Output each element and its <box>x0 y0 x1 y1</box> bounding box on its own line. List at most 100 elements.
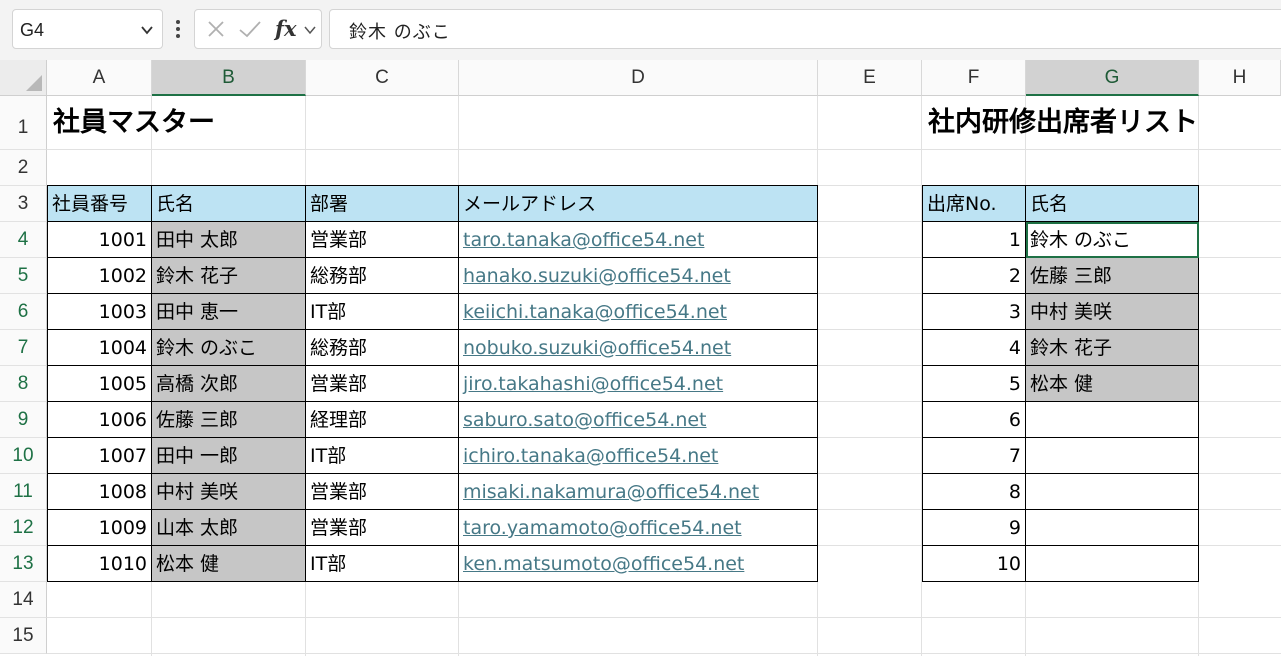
attendance-no-cell[interactable]: 5 <box>922 366 1026 402</box>
column-header-b[interactable]: B <box>152 60 306 96</box>
email-link[interactable]: nobuko.suzuki@office54.net <box>463 337 731 359</box>
master-id-cell[interactable]: 1010 <box>47 546 152 582</box>
row-header-11[interactable]: 11 <box>0 474 47 510</box>
row-header-8[interactable]: 8 <box>0 366 47 402</box>
master-name-cell[interactable]: 田中 恵一 <box>152 294 306 330</box>
column-header-e[interactable]: E <box>818 60 922 96</box>
master-id-cell[interactable]: 1001 <box>47 222 152 258</box>
row-header-4[interactable]: 4 <box>0 222 47 258</box>
attendance-name-cell[interactable]: 松本 健 <box>1026 366 1199 402</box>
master-dept-cell[interactable]: 営業部 <box>306 366 459 402</box>
row-header-14[interactable]: 14 <box>0 582 47 618</box>
column-header-h[interactable]: H <box>1199 60 1281 96</box>
attendance-no-cell[interactable]: 10 <box>922 546 1026 582</box>
select-all-button[interactable] <box>0 60 47 96</box>
master-name-cell[interactable]: 松本 健 <box>152 546 306 582</box>
master-dept-cell[interactable]: 総務部 <box>306 258 459 294</box>
column-header-g[interactable]: G <box>1026 60 1199 96</box>
email-link[interactable]: taro.yamamoto@office54.net <box>463 517 742 539</box>
master-email-cell[interactable]: nobuko.suzuki@office54.net <box>459 330 818 366</box>
formula-input[interactable]: 鈴木 のぶこ <box>329 9 1281 49</box>
master-dept-cell[interactable]: 営業部 <box>306 222 459 258</box>
email-link[interactable]: ken.matsumoto@office54.net <box>463 553 744 575</box>
master-dept-cell[interactable]: 営業部 <box>306 510 459 546</box>
row-header-12[interactable]: 12 <box>0 510 47 546</box>
more-options-icon[interactable] <box>174 18 182 40</box>
attendance-header-name[interactable]: 氏名 <box>1026 185 1199 222</box>
attendance-no-cell[interactable]: 2 <box>922 258 1026 294</box>
attendance-no-cell[interactable]: 6 <box>922 402 1026 438</box>
master-email-cell[interactable]: saburo.sato@office54.net <box>459 402 818 438</box>
master-id-cell[interactable]: 1007 <box>47 438 152 474</box>
master-header-name[interactable]: 氏名 <box>152 185 306 222</box>
master-email-cell[interactable]: jiro.takahashi@office54.net <box>459 366 818 402</box>
attendance-header-no[interactable]: 出席No. <box>922 185 1026 222</box>
master-dept-cell[interactable]: 総務部 <box>306 330 459 366</box>
master-name-cell[interactable]: 高橋 次郎 <box>152 366 306 402</box>
attendance-name-cell[interactable]: 鈴木 花子 <box>1026 330 1199 366</box>
master-title[interactable]: 社員マスター <box>47 96 447 150</box>
master-email-cell[interactable]: taro.tanaka@office54.net <box>459 222 818 258</box>
row-header-1[interactable]: 1 <box>0 96 47 150</box>
insert-function-icon[interactable]: fx <box>275 16 297 41</box>
row-header-15[interactable]: 15 <box>0 618 47 654</box>
chevron-down-icon[interactable] <box>140 23 154 37</box>
email-link[interactable]: ichiro.tanaka@office54.net <box>463 445 718 467</box>
email-link[interactable]: saburo.sato@office54.net <box>463 409 707 431</box>
master-dept-cell[interactable]: IT部 <box>306 546 459 582</box>
email-link[interactable]: keiichi.tanaka@office54.net <box>463 301 727 323</box>
worksheet-grid[interactable]: A B C D E F G H 1 2 3 4 5 6 7 8 9 10 11 … <box>0 60 1281 656</box>
attendance-name-cell[interactable] <box>1026 474 1199 510</box>
row-header-2[interactable]: 2 <box>0 150 47 186</box>
master-email-cell[interactable]: hanako.suzuki@office54.net <box>459 258 818 294</box>
master-name-cell[interactable]: 佐藤 三郎 <box>152 402 306 438</box>
row-header-5[interactable]: 5 <box>0 258 47 294</box>
master-name-cell[interactable]: 中村 美咲 <box>152 474 306 510</box>
attendance-name-cell[interactable] <box>1026 438 1199 474</box>
master-name-cell[interactable]: 田中 一郎 <box>152 438 306 474</box>
attendance-no-cell[interactable]: 8 <box>922 474 1026 510</box>
master-id-cell[interactable]: 1006 <box>47 402 152 438</box>
master-email-cell[interactable]: taro.yamamoto@office54.net <box>459 510 818 546</box>
email-link[interactable]: misaki.nakamura@office54.net <box>463 481 759 503</box>
attendance-no-cell[interactable]: 3 <box>922 294 1026 330</box>
enter-check-icon[interactable] <box>235 10 265 48</box>
master-name-cell[interactable]: 鈴木 花子 <box>152 258 306 294</box>
attendance-no-cell[interactable]: 4 <box>922 330 1026 366</box>
row-header-7[interactable]: 7 <box>0 330 47 366</box>
master-id-cell[interactable]: 1002 <box>47 258 152 294</box>
master-header-id[interactable]: 社員番号 <box>47 185 152 222</box>
master-header-email[interactable]: メールアドレス <box>459 185 818 222</box>
attendance-name-cell[interactable] <box>1026 546 1199 582</box>
column-header-c[interactable]: C <box>306 60 459 96</box>
attendance-no-cell[interactable]: 7 <box>922 438 1026 474</box>
attendance-name-cell-active[interactable]: 鈴木 のぶこ <box>1026 222 1199 258</box>
name-box[interactable]: G4 <box>12 9 163 49</box>
attendance-name-cell[interactable]: 中村 美咲 <box>1026 294 1199 330</box>
master-email-cell[interactable]: keiichi.tanaka@office54.net <box>459 294 818 330</box>
column-header-d[interactable]: D <box>459 60 818 96</box>
master-dept-cell[interactable]: 経理部 <box>306 402 459 438</box>
column-header-f[interactable]: F <box>922 60 1026 96</box>
master-id-cell[interactable]: 1003 <box>47 294 152 330</box>
master-id-cell[interactable]: 1009 <box>47 510 152 546</box>
attendance-name-cell[interactable]: 佐藤 三郎 <box>1026 258 1199 294</box>
master-name-cell[interactable]: 鈴木 のぶこ <box>152 330 306 366</box>
master-email-cell[interactable]: misaki.nakamura@office54.net <box>459 474 818 510</box>
master-name-cell[interactable]: 田中 太郎 <box>152 222 306 258</box>
attendance-name-cell[interactable] <box>1026 510 1199 546</box>
email-link[interactable]: hanako.suzuki@office54.net <box>463 265 731 287</box>
attendance-name-cell[interactable] <box>1026 402 1199 438</box>
attendance-no-cell[interactable]: 1 <box>922 222 1026 258</box>
row-header-9[interactable]: 9 <box>0 402 47 438</box>
master-name-cell[interactable]: 山本 太郎 <box>152 510 306 546</box>
master-id-cell[interactable]: 1005 <box>47 366 152 402</box>
row-header-3[interactable]: 3 <box>0 186 47 222</box>
master-email-cell[interactable]: ichiro.tanaka@office54.net <box>459 438 818 474</box>
master-id-cell[interactable]: 1008 <box>47 474 152 510</box>
attendance-title[interactable]: 社内研修出席者リスト <box>922 96 1281 150</box>
master-header-dept[interactable]: 部署 <box>306 185 459 222</box>
master-dept-cell[interactable]: IT部 <box>306 294 459 330</box>
column-header-a[interactable]: A <box>47 60 152 96</box>
row-header-13[interactable]: 13 <box>0 546 47 582</box>
